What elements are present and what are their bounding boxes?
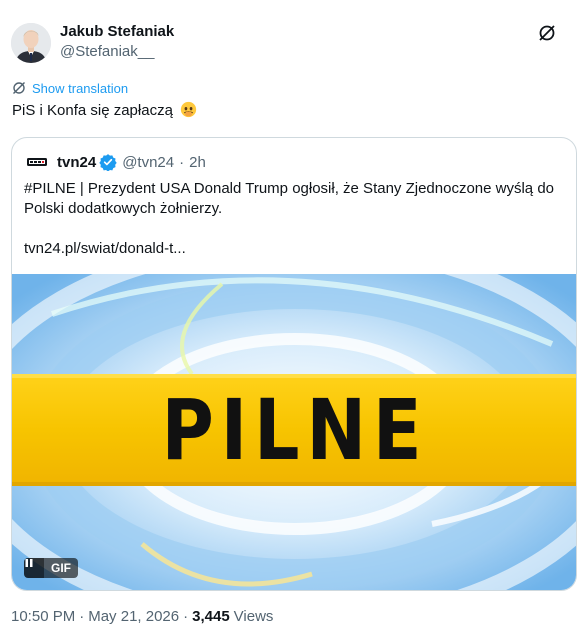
tvn24-logo[interactable]	[27, 152, 47, 172]
translate-icon	[13, 82, 25, 94]
pause-icon	[25, 559, 33, 567]
quoted-tweet-text: #PILNE | Prezydent USA Donald Trump ogło…	[24, 179, 564, 259]
quoted-time[interactable]: 2h	[189, 154, 206, 171]
quoted-author-name: tvn24	[57, 153, 97, 171]
meta-dot: ·	[183, 608, 189, 625]
author-handle[interactable]: @Stefaniak__	[60, 43, 154, 60]
gif-media[interactable]: PILNE GIF	[12, 274, 576, 590]
quoted-text-spacer	[24, 219, 564, 239]
tweet-text: PiS i Konfa się zapłaczą	[12, 101, 197, 121]
gif-controls: GIF	[24, 558, 78, 578]
author-name[interactable]: Jakub Stefaniak	[60, 23, 174, 40]
show-translation-label: Show translation	[32, 80, 129, 96]
quoted-tweet[interactable]: tvn24 @tvn24 · 2h #PILNE | Prezydent USA…	[11, 137, 577, 591]
avatar[interactable]	[11, 23, 51, 63]
tweet-text-content: PiS i Konfa się zapłaczą	[12, 102, 173, 119]
quoted-text-line: #PILNE | Prezydent USA Donald Trump ogło…	[24, 180, 555, 197]
show-translation-link[interactable]: Show translation	[12, 80, 128, 96]
views-label: Views	[233, 608, 274, 625]
views-count: 3,445	[192, 608, 230, 625]
tweet-date[interactable]: May 21, 2026	[88, 608, 179, 625]
tweet-header: Jakub Stefaniak @Stefaniak__	[11, 21, 571, 65]
gif-badge: GIF	[44, 558, 78, 578]
tweet-meta: 10:50 PM · May 21, 2026 · 3,445 Views	[11, 608, 273, 625]
face-holding-back-tears-emoji-icon	[180, 101, 197, 118]
quoted-separator: ·	[179, 153, 185, 171]
pause-button[interactable]	[24, 558, 44, 578]
verified-badge-icon	[99, 154, 117, 171]
grok-icon[interactable]	[537, 23, 557, 43]
meta-dot: ·	[79, 608, 85, 625]
quoted-text-line: Polski dodatkowych żołnierzy.	[24, 200, 223, 217]
quoted-author-handle: @tvn24	[122, 153, 175, 171]
tweet-time[interactable]: 10:50 PM	[11, 608, 75, 625]
quoted-tweet-header: tvn24 @tvn24 · 2h	[27, 152, 206, 172]
quoted-link[interactable]: tvn24.pl/swiat/donald-t...	[24, 239, 564, 259]
pilne-banner-text: PILNE	[161, 381, 429, 479]
